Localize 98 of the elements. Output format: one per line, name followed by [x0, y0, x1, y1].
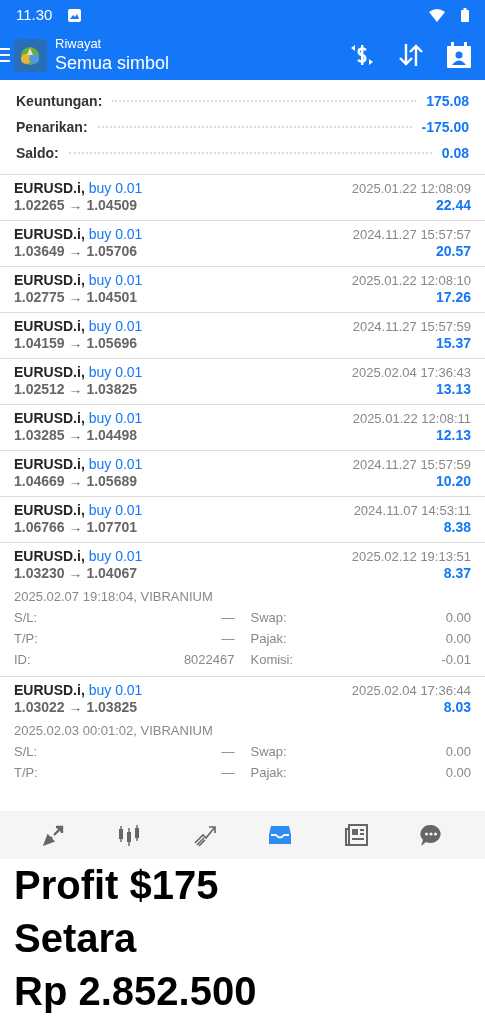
field-label: Pajak:: [250, 764, 287, 782]
trade-arrows-icon[interactable]: [41, 823, 66, 847]
deal-symbol: EURUSD.i,: [14, 548, 85, 564]
field-label: Swap:: [250, 609, 287, 627]
deal-profit: 8.38: [443, 519, 471, 536]
deal-profit: 22.44: [435, 197, 471, 214]
app-logo-icon: [14, 38, 47, 72]
screen-title: Semua simbol: [55, 52, 170, 74]
field-value: 0.00: [445, 630, 471, 648]
candlestick-icon[interactable]: [117, 823, 142, 847]
deal-side: buy 0.01: [88, 502, 143, 518]
menu-icon[interactable]: [0, 48, 10, 62]
caption-line: Rp 2.852.500: [13, 968, 258, 1015]
deal-profit: 15.37: [435, 335, 471, 352]
deal-symbol: EURUSD.i,: [14, 502, 85, 518]
caption-line: Setara: [13, 915, 138, 962]
summary-value: -175.00: [421, 117, 469, 137]
field-value: —: [221, 609, 235, 627]
deal-profit: 17.26: [435, 289, 471, 306]
field-value: 0.00: [445, 609, 471, 627]
deal-time: 2025.02.04 17:36:44: [351, 682, 471, 699]
field-label: Swap:: [250, 743, 287, 761]
deal-symbol: EURUSD.i,: [14, 180, 85, 196]
deal-time: 2025.02.12 19:13:51: [351, 548, 471, 565]
currency-exchange-icon[interactable]: [349, 42, 375, 68]
deal-time: 2025.02.04 17:36:43: [351, 364, 471, 381]
field-label: T/P:: [14, 764, 38, 782]
field-value: 0.00: [445, 743, 471, 761]
newspaper-icon[interactable]: [343, 823, 368, 847]
field-value: —: [221, 764, 235, 782]
deal-symbol: EURUSD.i,: [14, 410, 85, 426]
deal-prices: 1.02265 → 1.04509: [14, 197, 137, 214]
chat-icon[interactable]: [419, 823, 444, 847]
field-label: ID:: [14, 651, 31, 669]
deal-profit: 13.13: [435, 381, 471, 398]
caption-line: Profit $175: [13, 862, 220, 909]
deal-side: buy 0.01: [88, 548, 143, 564]
deal-profit: 10.20: [435, 473, 471, 490]
battery-icon: [461, 8, 469, 22]
trend-lines-icon[interactable]: [192, 823, 217, 847]
field-label: Komisi:: [250, 651, 294, 669]
summary-label: Penarikan:: [16, 117, 88, 137]
deal-side: buy 0.01: [88, 180, 143, 196]
inbox-icon[interactable]: [268, 823, 293, 847]
field-label: Pajak:: [250, 630, 287, 648]
deal-prices: 1.03022 → 1.03825: [14, 699, 137, 716]
deal-open-info: 2025.02.03 00:01:02, VIBRANIUM: [14, 722, 214, 740]
deal-side: buy 0.01: [88, 226, 143, 242]
field-value: 0.00: [445, 764, 471, 782]
field-value: —: [221, 630, 235, 648]
deal-open-info: 2025.02.07 19:18:04, VIBRANIUM: [14, 588, 214, 606]
wifi-icon: [429, 8, 445, 22]
deal-profit: 8.03: [443, 699, 471, 716]
deal-prices: 1.06766 → 1.07701: [14, 519, 137, 536]
deal-side: buy 0.01: [88, 410, 143, 426]
deal-time: 2025.01.22 12:08:10: [351, 272, 471, 289]
deal-symbol: EURUSD.i,: [14, 226, 85, 242]
deal-time: 2024.11.07 14:53:11: [353, 502, 471, 519]
field-value: 8022467: [183, 651, 235, 669]
deal-profit: 12.13: [435, 427, 471, 444]
deal-side: buy 0.01: [88, 318, 143, 334]
deal-symbol: EURUSD.i,: [14, 318, 85, 334]
deal-prices: 1.02775 → 1.04501: [14, 289, 137, 306]
deal-symbol: EURUSD.i,: [14, 682, 85, 698]
field-label: S/L:: [14, 743, 38, 761]
deal-time: 2024.11.27 15:57:59: [352, 318, 471, 335]
deal-side: buy 0.01: [88, 456, 143, 472]
summary-value: 0.08: [441, 143, 469, 163]
deal-side: buy 0.01: [88, 682, 143, 698]
deal-prices: 1.03649 → 1.05706: [14, 243, 137, 260]
summary-label: Keuntungan:: [16, 91, 103, 111]
deal-symbol: EURUSD.i,: [14, 364, 85, 380]
deal-profit: 20.57: [435, 243, 471, 260]
calendar-person-icon[interactable]: [447, 42, 471, 68]
field-value: -0.01: [441, 651, 471, 669]
deal-time: 2024.11.27 15:57:57: [352, 226, 471, 243]
field-label: T/P:: [14, 630, 38, 648]
screen-subtitle: Riwayat: [55, 36, 103, 52]
image-icon: [68, 8, 82, 22]
deal-prices: 1.03285 → 1.04498: [14, 427, 137, 444]
summary-value: 175.08: [426, 91, 469, 111]
field-value: —: [221, 743, 235, 761]
status-time: 11.30: [16, 4, 53, 25]
field-label: S/L:: [14, 609, 38, 627]
deal-time: 2025.01.22 12:08:09: [351, 180, 471, 197]
deal-prices: 1.03230 → 1.04067: [14, 565, 137, 582]
deal-symbol: EURUSD.i,: [14, 272, 85, 288]
deal-prices: 1.04159 → 1.05696: [14, 335, 137, 352]
summary-label: Saldo:: [16, 143, 59, 163]
deal-time: 2025.01.22 12:08:11: [352, 410, 471, 427]
sort-icon[interactable]: [399, 44, 423, 66]
deal-profit: 8.37: [443, 565, 471, 582]
deal-symbol: EURUSD.i,: [14, 456, 85, 472]
deal-side: buy 0.01: [88, 364, 143, 380]
deal-prices: 1.02512 → 1.03825: [14, 381, 137, 398]
deal-side: buy 0.01: [88, 272, 143, 288]
deal-time: 2024.11.27 15:57:59: [352, 456, 471, 473]
deal-prices: 1.04669 → 1.05689: [14, 473, 137, 490]
